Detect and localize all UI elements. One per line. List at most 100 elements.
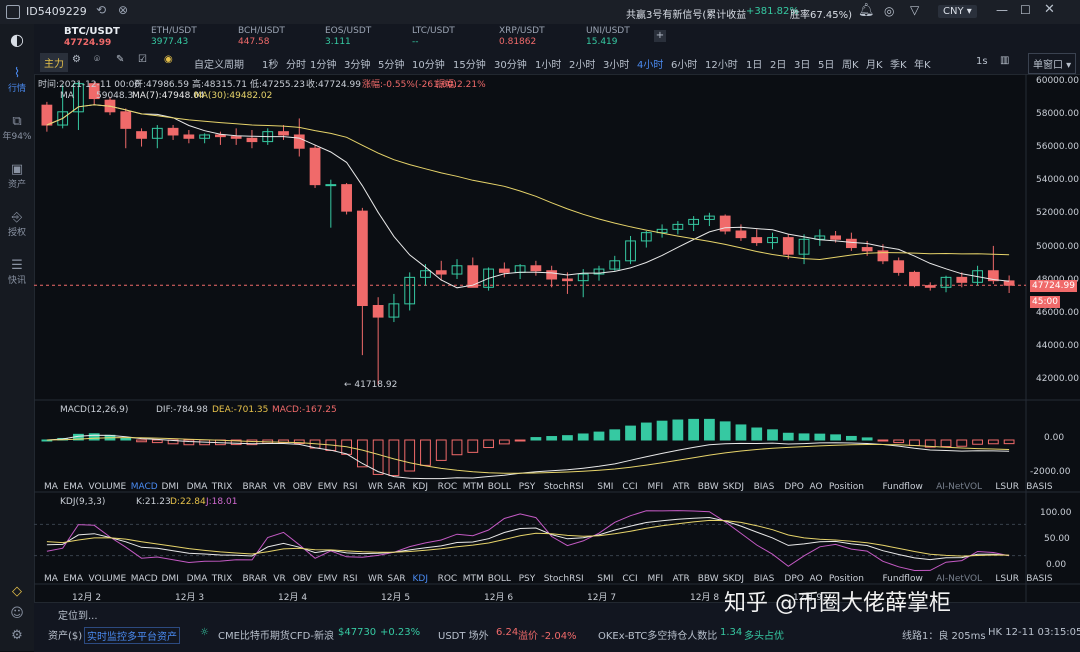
period-17[interactable]: 5日 [818, 56, 834, 71]
checkbox-icon[interactable]: ☑ [138, 54, 147, 65]
indicator-tab-atr[interactable]: ATR [673, 574, 690, 584]
macd-legend-label[interactable]: MACD(12,26,9) [60, 405, 128, 415]
indicator-tab-bias[interactable]: BIAS [754, 482, 775, 492]
ticker-4[interactable]: LTC/USDT -- [412, 26, 455, 48]
indicator-tab-bbw[interactable]: BBW [698, 574, 719, 584]
period-11[interactable]: 4小时 [637, 56, 663, 71]
kdj-legend-label[interactable]: KDJ(9,3,3) [60, 497, 105, 507]
indicator-tab-wr[interactable]: WR [368, 574, 383, 584]
indicator-tab-basis[interactable]: BASIS [1026, 482, 1052, 492]
indicator-tab-brar[interactable]: BRAR [243, 482, 267, 492]
period-1[interactable]: 分时 [286, 56, 306, 71]
period-10[interactable]: 3小时 [603, 56, 629, 71]
indicator-tab-kdj[interactable]: KDJ [413, 482, 429, 492]
indicator-tab-mfi[interactable]: MFI [648, 574, 664, 584]
sidebar-item-market[interactable]: ⌇ 行情 [0, 66, 34, 94]
signal-winrate[interactable]: 胜率67.45%) [790, 6, 852, 21]
indicator-tab-bias[interactable]: BIAS [754, 574, 775, 584]
back-icon[interactable]: ⟲ [96, 3, 106, 17]
indicator-tab-sar[interactable]: SAR [387, 574, 405, 584]
ticker-3[interactable]: EOS/USDT 3.111 [325, 26, 371, 48]
period-7[interactable]: 30分钟 [494, 56, 527, 71]
sidebar-item-strategy[interactable]: ⧉ 年94% [0, 114, 34, 142]
indicator-tab-position[interactable]: Position [829, 574, 864, 584]
period-19[interactable]: 月K [866, 56, 883, 71]
coin-icon[interactable]: ◉ [164, 54, 173, 65]
pen-icon[interactable]: ✎ [116, 54, 124, 65]
indicator-tab-psy[interactable]: PSY [519, 574, 536, 584]
indicator-tab-dpo[interactable]: DPO [784, 574, 803, 584]
currency-select[interactable]: CNY ▾ [938, 5, 977, 18]
indicator-tab-rsi[interactable]: RSI [343, 482, 358, 492]
indicator-tab-skdj[interactable]: SKDJ [723, 482, 744, 492]
indicator-tab-lsur[interactable]: LSUR [995, 574, 1019, 584]
refresh-interval[interactable]: 1s [976, 56, 988, 67]
indicator-tab-obv[interactable]: OBV [293, 574, 312, 584]
ticker-6[interactable]: UNI/USDT 15.419 [586, 26, 630, 48]
indicator-tab-boll[interactable]: BOLL [488, 482, 511, 492]
indicator-tab-position[interactable]: Position [829, 482, 864, 492]
indicator-tab-dma[interactable]: DMA [187, 574, 208, 584]
indicator-tab-kdj[interactable]: KDJ [413, 574, 429, 584]
ticker-0[interactable]: BTC/USDT 47724.99 [64, 26, 120, 49]
indicator-tab-skdj[interactable]: SKDJ [723, 574, 744, 584]
indicator-tab-basis[interactable]: BASIS [1026, 574, 1052, 584]
period-0[interactable]: 1秒 [262, 56, 278, 71]
main-force-button[interactable]: 主力 [40, 53, 68, 72]
indicator-tab-atr[interactable]: ATR [673, 482, 690, 492]
indicator-tab-macd[interactable]: MACD [131, 574, 158, 584]
custom-period-button[interactable]: 自定义周期 [194, 56, 244, 71]
indicator-tab-vr[interactable]: VR [273, 574, 285, 584]
chart-canvas[interactable] [34, 74, 1080, 602]
indicator-tab-boll[interactable]: BOLL [488, 574, 511, 584]
window-select[interactable]: 单窗口 ▾ [1028, 53, 1077, 74]
settings-gear-icon[interactable]: ⚙ [72, 54, 81, 65]
indicator-tab-roc[interactable]: ROC [438, 482, 458, 492]
indicator-tab-roc[interactable]: ROC [438, 574, 458, 584]
close-circle-icon[interactable]: ⊗ [118, 3, 128, 17]
period-8[interactable]: 1小时 [535, 56, 561, 71]
indicator-tab-bbw[interactable]: BBW [698, 482, 719, 492]
period-3[interactable]: 3分钟 [344, 56, 370, 71]
line-status[interactable]: 线路1：良 205ms [902, 627, 986, 642]
maximize-icon[interactable]: ☐ [1020, 3, 1031, 17]
ticker-2[interactable]: BCH/USDT 447.58 [238, 26, 285, 48]
indicator-tab-cci[interactable]: CCI [622, 574, 637, 584]
period-18[interactable]: 周K [842, 56, 859, 71]
shirt-icon[interactable]: ▽ [910, 3, 919, 17]
period-2[interactable]: 1分钟 [310, 56, 336, 71]
ticker-1[interactable]: ETH/USDT 3977.43 [151, 26, 197, 48]
indicator-tab-stochrsi[interactable]: StochRSI [544, 482, 584, 492]
period-5[interactable]: 10分钟 [412, 56, 445, 71]
camera-icon[interactable]: ⌾ [94, 54, 100, 65]
indicator-tab-mtm[interactable]: MTM [463, 574, 484, 584]
user-icon[interactable] [6, 5, 20, 19]
ma-legend-label[interactable]: MA [60, 91, 74, 101]
locate-button[interactable]: 定位到... [58, 607, 98, 622]
add-ticker-button[interactable]: + [654, 30, 666, 42]
bell-icon[interactable]: 🔔︎ [858, 3, 875, 18]
indicator-tab-fundflow[interactable]: Fundflow [883, 482, 923, 492]
indicator-tab-mtm[interactable]: MTM [463, 482, 484, 492]
close-icon[interactable]: ✕ [1044, 2, 1055, 17]
settings-icon[interactable]: ⚙ [0, 628, 34, 643]
indicator-tab-mfi[interactable]: MFI [648, 482, 664, 492]
indicator-tab-ai-netvol[interactable]: AI-NetVOL [936, 482, 982, 492]
indicator-tab-ema[interactable]: EMA [63, 574, 83, 584]
indicator-tab-ai-netvol[interactable]: AI-NetVOL [936, 574, 982, 584]
usdt-label[interactable]: USDT 场外 [438, 627, 489, 642]
sidebar-item-auth[interactable]: ⎆ 授权 [0, 210, 34, 238]
indicator-tab-smi[interactable]: SMI [597, 482, 613, 492]
period-21[interactable]: 年K [914, 56, 931, 71]
indicator-tab-macd[interactable]: MACD [131, 482, 158, 492]
period-6[interactable]: 15分钟 [453, 56, 486, 71]
indicator-tab-volume[interactable]: VOLUME [89, 482, 127, 492]
indicator-tab-rsi[interactable]: RSI [343, 574, 358, 584]
indicator-tab-cci[interactable]: CCI [622, 482, 637, 492]
indicator-tab-brar[interactable]: BRAR [243, 574, 267, 584]
layout-icon[interactable]: ▥ [1000, 55, 1009, 66]
period-13[interactable]: 12小时 [705, 56, 738, 71]
period-16[interactable]: 3日 [794, 56, 810, 71]
indicator-tab-sar[interactable]: SAR [387, 482, 405, 492]
sidebar-item-news[interactable]: ☰ 快讯 [0, 258, 34, 286]
